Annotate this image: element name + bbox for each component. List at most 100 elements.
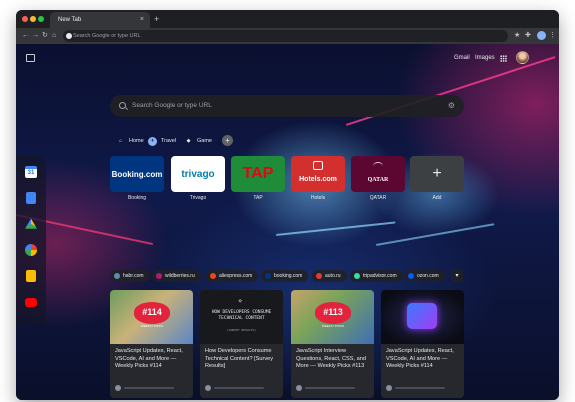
article-image: ⋄ HOW DEVELOPERS CONSUME TECHNICAL CONTE… xyxy=(200,290,283,344)
apps-grid-icon[interactable] xyxy=(500,55,507,62)
article-card[interactable]: ⋄ HOW DEVELOPERS CONSUME TECHNICAL CONTE… xyxy=(200,290,283,398)
group-home[interactable]: ⌂ Home xyxy=(116,135,144,147)
forward-icon[interactable]: → xyxy=(32,31,39,41)
article-meta xyxy=(386,385,460,391)
maximize-window-button[interactable] xyxy=(38,16,44,22)
search-placeholder: Search Google or type URL xyxy=(132,102,212,109)
article-card[interactable]: #114 WEEKLY PICKS JavaScript Updates, Re… xyxy=(110,290,193,398)
meta-text-placeholder xyxy=(305,387,355,389)
bookmark-chip[interactable]: aliexpress.com xyxy=(206,270,259,282)
aliexpress-favicon-icon xyxy=(210,273,216,279)
search-icon xyxy=(119,102,126,109)
article-image: #113 WEEKLY PICKS xyxy=(291,290,374,344)
tab-title: New Tab xyxy=(58,17,82,23)
shortcut-trivago[interactable]: trivago xyxy=(171,156,225,192)
article-card[interactable]: #113 WEEKLY PICKS JavaScript Interview Q… xyxy=(291,290,374,398)
chip-label: tripadvisor.com xyxy=(363,273,397,279)
shortcut-label: Hotels xyxy=(310,195,326,201)
article-meta xyxy=(296,385,370,391)
chip-label: ozon.com xyxy=(417,273,439,279)
author-avatar xyxy=(386,385,392,391)
drive-icon[interactable] xyxy=(25,218,37,229)
article-image xyxy=(381,290,464,344)
shortcut-label: Trivago xyxy=(189,195,207,201)
image-headline: HOW DEVELOPERS CONSUME TECHNICAL CONTENT xyxy=(211,310,272,321)
wildberries-favicon-icon xyxy=(156,273,162,279)
reload-icon[interactable]: ↻ xyxy=(42,31,48,41)
shortcut-label: Add xyxy=(432,195,442,201)
home-icon[interactable]: ⌂ xyxy=(52,31,56,41)
app-logo-icon xyxy=(407,303,437,329)
auto-favicon-icon xyxy=(316,273,322,279)
bookmark-chip[interactable]: wildberries.ru xyxy=(152,270,201,282)
omnibox-placeholder: Search Google or type URL xyxy=(73,33,141,39)
trivago-logo: trivago xyxy=(181,168,215,180)
group-label: Home xyxy=(129,138,144,144)
back-icon[interactable]: ← xyxy=(22,31,29,41)
habr-favicon-icon xyxy=(114,273,120,279)
close-window-button[interactable] xyxy=(22,16,28,22)
shortcut-booking[interactable]: Booking.com xyxy=(110,156,164,192)
image-subheadline: [SURVEY RESULTS] xyxy=(227,328,256,332)
chip-label: habr.com xyxy=(123,273,144,279)
photos-icon[interactable] xyxy=(25,244,37,256)
meta-text-placeholder xyxy=(395,387,445,389)
search-box[interactable]: Search Google or type URL ⚙ xyxy=(110,95,464,117)
menu-icon[interactable]: ⋮ xyxy=(549,31,556,41)
shortcut-hotels[interactable]: Hotels.com xyxy=(291,156,345,192)
images-link[interactable]: Images xyxy=(475,55,495,61)
bookmark-chip[interactable]: tripadvisor.com xyxy=(350,270,403,282)
picks-badge: #113 xyxy=(315,302,351,324)
new-tab-button[interactable]: + xyxy=(154,12,159,26)
picks-badge: #114 xyxy=(134,302,170,324)
tab-new-tab[interactable]: New Tab × xyxy=(50,12,150,28)
group-label: Travel xyxy=(161,138,177,144)
article-meta xyxy=(205,385,279,391)
add-group-button[interactable]: + xyxy=(222,135,233,146)
gmail-link[interactable]: Gmail xyxy=(454,55,470,61)
booking-favicon-icon xyxy=(265,273,271,279)
bookmark-star-icon[interactable]: ★ xyxy=(514,31,520,41)
meta-text-placeholder xyxy=(124,387,174,389)
add-icon: + xyxy=(432,165,442,182)
more-bookmarks-chevron-icon[interactable]: ▾ xyxy=(451,270,463,282)
article-card[interactable]: JavaScript Updates, React, VSCode, AI an… xyxy=(381,290,464,398)
shortcut-qatar[interactable]: QATAR xyxy=(351,156,405,192)
meta-text-placeholder xyxy=(214,387,264,389)
shortcut-tap[interactable]: TAP xyxy=(231,156,285,192)
background-streak xyxy=(375,223,495,246)
customize-layout-icon[interactable] xyxy=(26,54,35,62)
bookmark-chip[interactable]: booking.com xyxy=(261,270,309,282)
article-title: JavaScript Updates, React, VSCode, AI an… xyxy=(115,348,183,370)
browser-window: New Tab × + ← → ↻ ⌂ Search Google or typ… xyxy=(16,10,559,400)
google-icon xyxy=(66,33,72,39)
slides-icon[interactable] xyxy=(26,270,36,282)
add-shortcut-button[interactable]: + xyxy=(410,156,464,192)
game-icon: ◆ xyxy=(186,137,191,144)
picks-badge-subtitle: WEEKLY PICKS xyxy=(140,324,164,328)
youtube-icon[interactable] xyxy=(25,298,37,307)
author-avatar xyxy=(296,385,302,391)
profile-avatar[interactable] xyxy=(537,31,546,40)
extensions-icon[interactable]: ✚ xyxy=(525,31,531,41)
omnibox[interactable]: Search Google or type URL xyxy=(63,30,508,42)
group-label: Game xyxy=(197,138,212,144)
bookmark-chip[interactable]: habr.com xyxy=(110,270,150,282)
calendar-icon[interactable]: 31 xyxy=(25,166,37,178)
apps-dock: 31 xyxy=(16,156,46,326)
ozon-favicon-icon xyxy=(408,273,414,279)
author-avatar xyxy=(205,385,211,391)
docs-icon[interactable] xyxy=(26,192,36,204)
group-game[interactable]: ◆ Game xyxy=(184,135,212,147)
article-title: JavaScript Interview Questions, React, C… xyxy=(296,348,366,370)
tab-close-icon[interactable]: × xyxy=(140,12,144,28)
minimize-window-button[interactable] xyxy=(30,16,36,22)
background-streak xyxy=(275,221,396,236)
group-travel[interactable]: ✈ Travel xyxy=(148,135,176,147)
bookmark-chip[interactable]: auto.ru xyxy=(312,270,347,282)
bookmark-chip[interactable]: ozon.com xyxy=(404,270,445,282)
settings-gear-icon[interactable]: ⚙ xyxy=(448,101,455,111)
user-avatar[interactable] xyxy=(516,51,529,64)
article-title: JavaScript Updates, React, VSCode, AI an… xyxy=(386,348,454,370)
tap-logo: TAP xyxy=(242,165,274,182)
